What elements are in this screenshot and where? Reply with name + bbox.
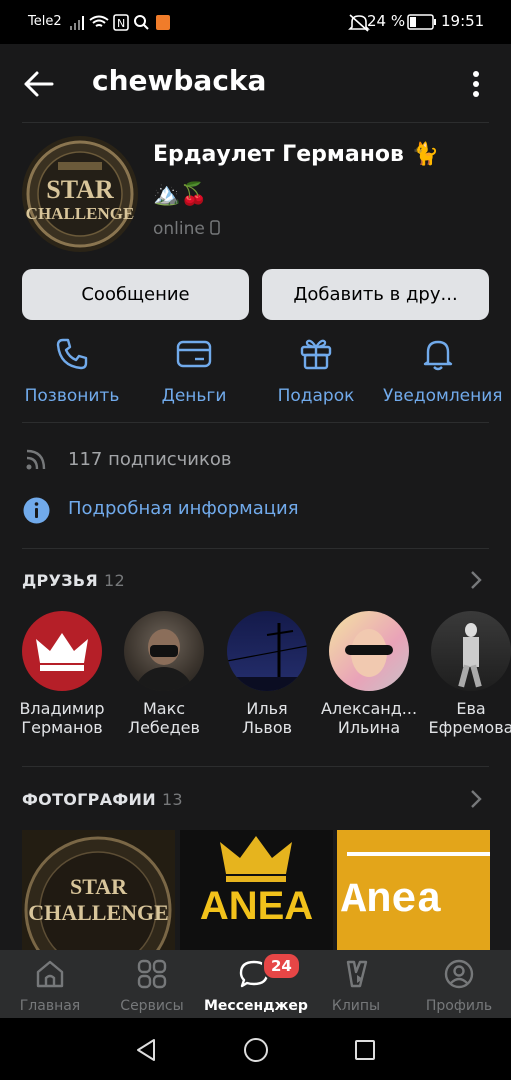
- photo-thumbnail[interactable]: Anea: [337, 830, 490, 950]
- friend-last-name: Лебедев: [128, 718, 200, 737]
- status-bar: Tele2 N 24 % 19:51: [0, 0, 511, 44]
- chevron-right-icon[interactable]: [468, 789, 484, 809]
- action-gift-label: Подарок: [277, 386, 355, 406]
- friend-last-name: Львов: [241, 718, 293, 737]
- online-status-text: online: [153, 219, 205, 239]
- tab-profile-label: Профиль: [425, 998, 493, 1014]
- svg-text:N: N: [117, 17, 125, 30]
- tab-services-label: Сервисы: [120, 998, 184, 1014]
- friend-first-name: Илья: [246, 699, 288, 718]
- bell-icon: [423, 340, 453, 371]
- photo-caption: Anea: [341, 876, 442, 924]
- tab-services[interactable]: Сервисы: [102, 958, 202, 1014]
- friend-avatar: [329, 611, 409, 691]
- photo-caption: ANEA: [199, 884, 314, 928]
- friend-last-name: Ильина: [337, 718, 401, 737]
- friend-item[interactable]: Ева Ефремова: [421, 611, 511, 737]
- details-link[interactable]: Подробная информация: [68, 498, 299, 519]
- divider: [22, 122, 489, 123]
- action-notifications-label: Уведомления: [383, 386, 503, 406]
- friend-avatar: [431, 611, 511, 691]
- battery-icon: [407, 14, 436, 30]
- friend-item[interactable]: Макс Лебедев: [114, 611, 214, 737]
- carrier-label: Tele2: [28, 14, 62, 29]
- crown-icon: [36, 633, 88, 671]
- friend-avatar: [227, 611, 307, 691]
- online-status: online: [153, 219, 221, 239]
- action-call[interactable]: Позвонить: [17, 336, 127, 406]
- info-icon: [23, 497, 50, 524]
- photo-thumbnail[interactable]: ANEA: [180, 830, 333, 950]
- avatar-text-star: STAR: [46, 175, 114, 204]
- photos-count: 13: [161, 790, 183, 809]
- add-friend-button[interactable]: Добавить в дру...: [262, 269, 489, 320]
- chevron-right-icon[interactable]: [468, 570, 484, 590]
- friend-first-name: Макс: [142, 699, 186, 718]
- action-gift[interactable]: Подарок: [261, 336, 371, 406]
- tab-clips[interactable]: Клипы: [306, 958, 406, 1014]
- profile-screen: chewbacka STAR CHALLENGE Ердаулет Герман…: [0, 44, 511, 950]
- subscribers-count[interactable]: 117 подписчиков: [68, 449, 232, 470]
- messenger-badge: 24: [262, 952, 301, 980]
- battery-percent: 24 %: [367, 12, 406, 30]
- status-icons-left: N: [70, 14, 170, 31]
- photos-title: ФОТОГРАФИИ: [22, 790, 156, 809]
- photos-section-header[interactable]: ФОТОГРАФИИ 13: [22, 790, 183, 809]
- friend-first-name: Ева: [456, 699, 486, 718]
- divider: [22, 766, 489, 767]
- message-button[interactable]: Сообщение: [22, 269, 249, 320]
- photo-caption: STAR CHALLENGE: [28, 874, 169, 925]
- friend-first-name: Александ...: [320, 699, 418, 718]
- home-icon: [36, 960, 64, 988]
- friends-section-header[interactable]: ДРУЗЬЯ 12: [22, 571, 125, 590]
- money-icon: [176, 340, 212, 368]
- friend-avatar: [124, 611, 204, 691]
- nav-home-icon[interactable]: [243, 1037, 269, 1063]
- divider: [22, 422, 489, 423]
- tab-clips-label: Клипы: [331, 998, 381, 1014]
- action-money-label: Деньги: [161, 386, 227, 406]
- profile-emoji-status: 🏔️🍒: [153, 182, 208, 207]
- friend-first-name: Владимир: [19, 699, 105, 718]
- phone-icon: [56, 338, 88, 370]
- friend-avatar: [22, 611, 102, 691]
- friend-item[interactable]: Владимир Германов: [12, 611, 112, 737]
- nav-recents-icon[interactable]: [353, 1038, 377, 1062]
- divider: [22, 548, 489, 549]
- friend-last-name: Германов: [21, 718, 103, 737]
- friends-title: ДРУЗЬЯ: [22, 571, 98, 590]
- rss-icon: [26, 449, 46, 470]
- friends-count: 12: [104, 571, 125, 590]
- clips-icon: [346, 960, 368, 988]
- action-money[interactable]: Деньги: [139, 336, 249, 406]
- friend-item[interactable]: Александ... Ильина: [319, 611, 419, 737]
- gift-icon: [300, 339, 332, 370]
- friend-last-name: Ефремова: [428, 718, 511, 737]
- page-title: chewbacka: [92, 64, 267, 97]
- services-icon: [137, 959, 167, 989]
- more-options-icon[interactable]: [466, 66, 486, 102]
- nav-back-icon[interactable]: [134, 1038, 158, 1062]
- friend-item[interactable]: Илья Львов: [217, 611, 317, 737]
- tab-profile[interactable]: Профиль: [409, 958, 509, 1014]
- profile-icon: [444, 959, 474, 989]
- mobile-icon: [210, 220, 221, 235]
- photo-thumbnail[interactable]: STAR CHALLENGE: [22, 830, 175, 950]
- back-arrow-icon[interactable]: [22, 66, 58, 102]
- bottom-tab-bar: Главная Сервисы Мессенджер 24 Клипы Проф…: [0, 950, 511, 1018]
- tab-messenger-label: Мессенджер: [204, 998, 308, 1014]
- action-call-label: Позвонить: [24, 386, 120, 406]
- action-notifications[interactable]: Уведомления: [383, 336, 503, 406]
- profile-avatar[interactable]: STAR CHALLENGE: [22, 136, 138, 252]
- system-navigation-bar: [0, 1018, 511, 1080]
- avatar-text-challenge: CHALLENGE: [25, 204, 135, 223]
- tab-home[interactable]: Главная: [0, 958, 100, 1014]
- profile-name: Ердаулет Германов 🐈: [153, 142, 439, 167]
- tab-home-label: Главная: [19, 998, 81, 1014]
- clock: 19:51: [441, 12, 485, 30]
